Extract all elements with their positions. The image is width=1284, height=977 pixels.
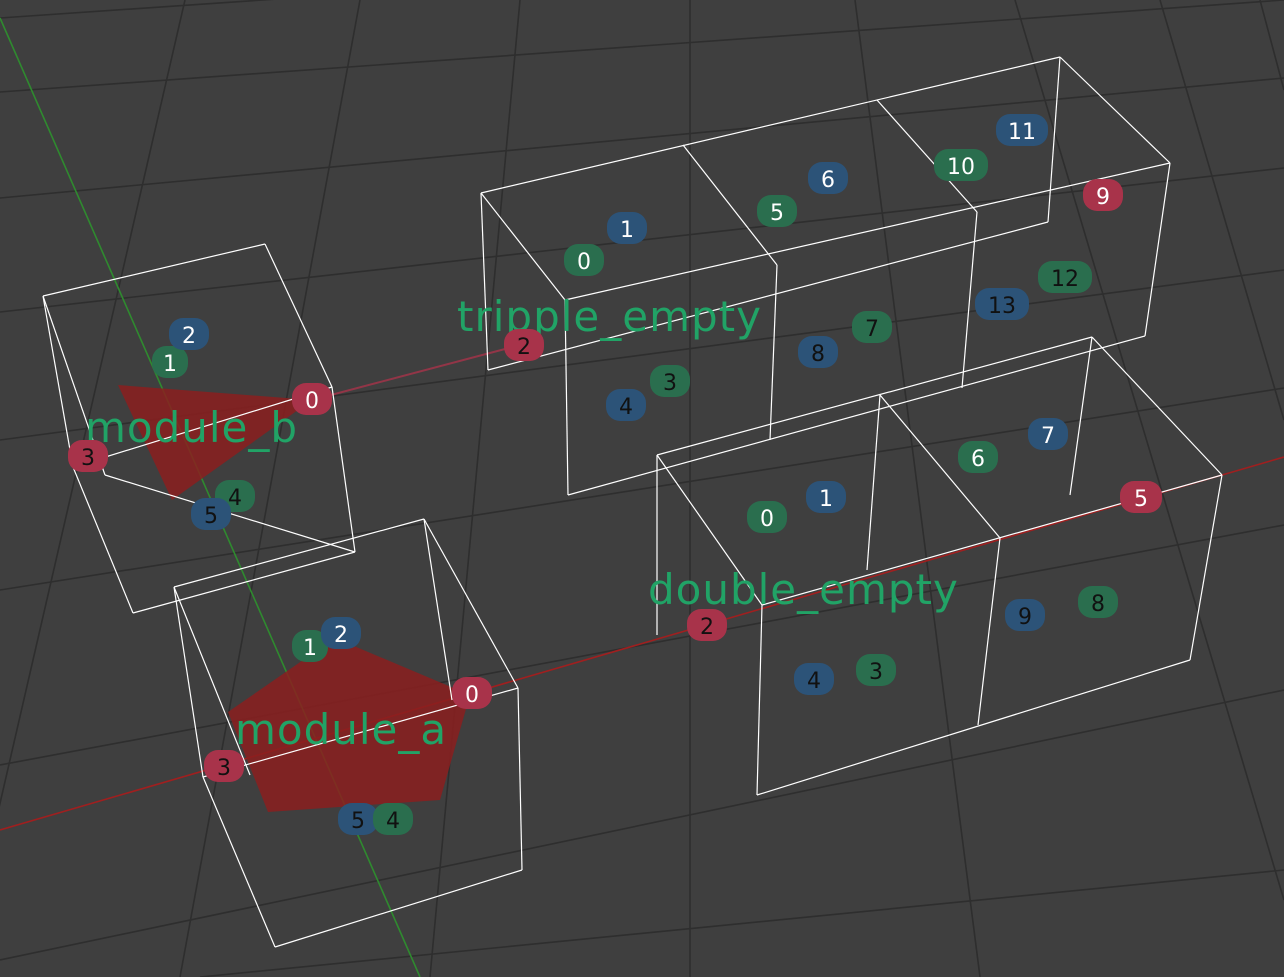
socket-badge[interactable]: 7	[852, 311, 892, 343]
socket-badge[interactable]: 4	[794, 663, 834, 695]
socket-badge[interactable]: 2	[321, 617, 361, 649]
socket-badge[interactable]: 11	[996, 114, 1048, 146]
socket-number: 1	[819, 487, 833, 512]
socket-badge[interactable]: 3	[204, 750, 244, 782]
socket-badge[interactable]: 10	[934, 149, 988, 181]
socket-badge[interactable]: 5	[1120, 481, 1162, 513]
socket-badge[interactable]: 3	[650, 365, 690, 397]
double-empty-label: double_empty	[648, 565, 959, 614]
socket-badge[interactable]: 6	[958, 441, 998, 473]
socket-number: 2	[517, 335, 531, 360]
socket-number: 4	[807, 669, 821, 694]
socket-number: 3	[81, 446, 95, 471]
socket-number: 3	[869, 660, 883, 685]
socket-badge[interactable]: 9	[1005, 599, 1045, 631]
socket-number: 9	[1096, 185, 1110, 210]
socket-badge[interactable]: 7	[1028, 418, 1068, 450]
socket-badge[interactable]: 4	[373, 803, 413, 835]
socket-badge[interactable]: 6	[808, 162, 848, 194]
socket-badge[interactable]: 3	[68, 440, 108, 472]
socket-badge[interactable]: 9	[1083, 179, 1123, 211]
socket-number: 8	[811, 342, 825, 367]
socket-badge[interactable]: 8	[798, 336, 838, 368]
socket-badge[interactable]: 4	[606, 389, 646, 421]
socket-badge[interactable]: 3	[856, 654, 896, 686]
socket-badge[interactable]: 0	[452, 677, 492, 709]
socket-badge[interactable]: 13	[975, 288, 1029, 320]
socket-badge[interactable]: 2	[687, 609, 727, 641]
socket-number: 6	[971, 447, 985, 472]
tripple-empty-label: tripple_empty	[457, 292, 762, 341]
socket-number: 9	[1018, 605, 1032, 630]
socket-badge[interactable]: 8	[1078, 586, 1118, 618]
socket-badge[interactable]: 2	[504, 329, 544, 361]
socket-badge[interactable]: 5	[757, 195, 797, 227]
socket-number: 12	[1051, 267, 1079, 292]
socket-badge[interactable]: 0	[747, 501, 787, 533]
socket-badge[interactable]: 5	[191, 498, 231, 530]
socket-badge[interactable]: 0	[564, 244, 604, 276]
socket-number: 5	[1134, 487, 1148, 512]
socket-number: 5	[770, 201, 784, 226]
socket-number: 5	[204, 504, 218, 529]
socket-number: 0	[577, 250, 591, 275]
socket-number: 0	[305, 389, 319, 414]
socket-number: 8	[1091, 592, 1105, 617]
socket-number: 11	[1008, 120, 1036, 145]
3d-viewport[interactable]: module_b module_a tripple_empty double_e…	[0, 0, 1284, 977]
socket-number: 3	[663, 371, 677, 396]
socket-number: 6	[821, 168, 835, 193]
socket-number: 1	[163, 352, 177, 377]
socket-number: 0	[760, 507, 774, 532]
socket-badge[interactable]: 12	[1038, 261, 1092, 293]
socket-number: 4	[619, 395, 633, 420]
socket-badge[interactable]: 1	[152, 346, 188, 378]
socket-number: 2	[334, 623, 348, 648]
socket-number: 5	[351, 809, 365, 834]
socket-number: 1	[303, 636, 317, 661]
socket-number: 3	[217, 756, 231, 781]
socket-badge[interactable]: 5	[338, 803, 378, 835]
socket-number: 2	[700, 615, 714, 640]
socket-number: 2	[182, 324, 196, 349]
socket-badge[interactable]: 1	[806, 481, 846, 513]
socket-number: 13	[988, 294, 1016, 319]
socket-number: 7	[1041, 424, 1055, 449]
socket-badge[interactable]: 2	[169, 318, 209, 350]
module-a-label: module_a	[235, 705, 447, 754]
socket-badge[interactable]: 0	[292, 383, 332, 415]
socket-number: 4	[386, 809, 400, 834]
socket-number: 0	[465, 683, 479, 708]
socket-badge[interactable]: 1	[607, 212, 647, 244]
module-b-label: module_b	[85, 403, 298, 452]
socket-number: 10	[947, 155, 975, 180]
socket-number: 7	[865, 317, 879, 342]
socket-number: 1	[620, 218, 634, 243]
